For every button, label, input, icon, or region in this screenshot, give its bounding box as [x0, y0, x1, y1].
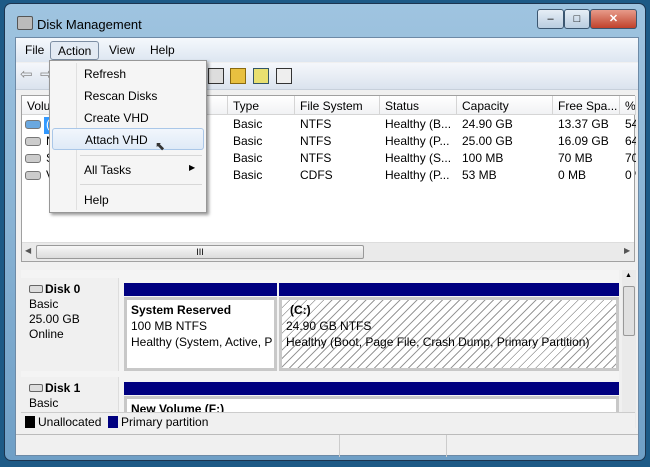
scroll-up-icon[interactable]: ▲ — [625, 272, 632, 279]
menu-item-attach-vhd[interactable]: Attach VHD — [52, 128, 204, 150]
hard-disk-icon — [29, 384, 43, 392]
cell-capacity[interactable]: 100 MB — [457, 151, 553, 168]
partition-status: Healthy (System, Active, P — [131, 335, 273, 349]
disk-name: Disk 0 — [45, 282, 81, 296]
cell-status[interactable]: Healthy (P... — [380, 134, 457, 151]
col-type[interactable]: Type — [228, 96, 295, 115]
menu-action[interactable]: Action — [50, 41, 100, 60]
horizontal-scrollbar[interactable]: ◀ III ▶ — [22, 242, 634, 261]
menu-bar: File Action View Help — [16, 38, 638, 62]
menu-item-refresh[interactable]: Refresh — [52, 63, 204, 84]
partition-name: System Reserved — [131, 303, 232, 317]
cell-fs[interactable]: NTFS — [295, 134, 380, 151]
partition-bar — [279, 283, 619, 296]
scroll-left-icon[interactable]: ◀ — [25, 246, 31, 255]
cell-fs[interactable]: NTFS — [295, 117, 380, 134]
cell-capacity[interactable]: 53 MB — [457, 168, 553, 185]
partition-bar — [124, 283, 277, 296]
cell-free[interactable]: 13.37 GB — [553, 117, 620, 134]
partition-system-reserved[interactable]: System Reserved 100 MB NTFS Healthy (Sys… — [124, 297, 277, 371]
cell-status[interactable]: Healthy (B... — [380, 117, 457, 134]
cell-pct[interactable]: 54 — [620, 117, 636, 134]
cell-status[interactable]: Healthy (P... — [380, 168, 457, 185]
menu-item-help[interactable]: Help — [52, 189, 204, 210]
cell-pct[interactable]: 0 % — [620, 168, 636, 185]
cell-fs[interactable]: CDFS — [295, 168, 380, 185]
primary-partition-swatch — [108, 416, 119, 428]
cell-status[interactable]: Healthy (S... — [380, 151, 457, 168]
hard-disk-icon — [29, 285, 43, 293]
partition-name: (C:) — [290, 303, 311, 317]
status-bar — [16, 434, 638, 457]
scroll-thumb[interactable]: III — [36, 245, 364, 259]
cell-fs[interactable]: NTFS — [295, 151, 380, 168]
col-capacity[interactable]: Capacity — [457, 96, 553, 115]
cell-capacity[interactable]: 24.90 GB — [457, 117, 553, 134]
legend-label: Primary partition — [121, 415, 209, 429]
partition-bar — [124, 382, 619, 395]
settings-icon[interactable] — [276, 68, 292, 84]
unallocated-swatch — [25, 416, 35, 428]
partition-size: 100 MB NTFS — [131, 319, 208, 333]
menu-view[interactable]: View — [102, 41, 142, 60]
close-button[interactable]: ✕ — [590, 9, 637, 29]
maximize-button[interactable]: □ — [564, 9, 590, 29]
search-icon[interactable] — [253, 68, 269, 84]
menu-help[interactable]: Help — [143, 41, 182, 60]
cell-free[interactable]: 16.09 GB — [553, 134, 620, 151]
menu-file[interactable]: File — [18, 41, 51, 60]
col-status[interactable]: Status — [380, 96, 457, 115]
cell-capacity[interactable]: 25.00 GB — [457, 134, 553, 151]
disk-type: Basic — [29, 396, 59, 410]
submenu-arrow-icon: ▶ — [189, 163, 196, 172]
disk-management-icon — [17, 16, 33, 30]
disk-size: 25.00 GB — [29, 312, 80, 326]
col-free-space[interactable]: Free Spa... — [553, 96, 620, 115]
disk-0-label[interactable]: Disk 0 Basic 25.00 GB Online — [21, 278, 119, 371]
scroll-thumb[interactable] — [623, 286, 635, 336]
window-title: Disk Management — [37, 17, 142, 32]
cell-type[interactable]: Basic — [228, 168, 295, 185]
menu-item-rescan-disks[interactable]: Rescan Disks — [52, 85, 204, 106]
vertical-scrollbar[interactable]: ▲ ▼ — [622, 270, 636, 428]
back-icon[interactable]: ⇦ — [20, 67, 36, 84]
action-menu: Refresh Rescan Disks Create VHD Attach V… — [49, 60, 207, 213]
legend: Unallocated Primary partition — [21, 412, 635, 430]
properties-icon[interactable] — [208, 68, 224, 84]
partition-c[interactable]: (C:) 24.90 GB NTFS Healthy (Boot, Page F… — [279, 297, 619, 371]
cell-type[interactable]: Basic — [228, 151, 295, 168]
mouse-cursor-icon: ⬉ — [155, 139, 166, 153]
cell-pct[interactable]: 70 — [620, 151, 636, 168]
disk-name: Disk 1 — [45, 381, 81, 395]
legend-label: Unallocated — [38, 415, 102, 429]
partition-status: Healthy (Boot, Page File, Crash Dump, Pr… — [286, 335, 590, 349]
minimize-button[interactable]: – — [537, 9, 564, 29]
scroll-right-icon[interactable]: ▶ — [624, 246, 630, 255]
disk-graphical-pane: Disk 0 Basic 25.00 GB Online System Rese… — [21, 270, 619, 428]
disk-status: Online — [29, 327, 64, 341]
cell-free[interactable]: 70 MB — [553, 151, 620, 168]
cell-free[interactable]: 0 MB — [553, 168, 620, 185]
open-folder-icon[interactable] — [230, 68, 246, 84]
cell-type[interactable]: Basic — [228, 117, 295, 134]
col-file-system[interactable]: File System — [295, 96, 380, 115]
cell-type[interactable]: Basic — [228, 134, 295, 151]
partition-size: 24.90 GB NTFS — [286, 319, 372, 333]
cell-pct[interactable]: 64 — [620, 134, 636, 151]
col-percent-free[interactable]: % F — [620, 96, 636, 115]
disk-type: Basic — [29, 297, 59, 311]
menu-item-all-tasks[interactable]: All Tasks — [52, 159, 204, 180]
menu-item-create-vhd[interactable]: Create VHD — [52, 107, 204, 128]
